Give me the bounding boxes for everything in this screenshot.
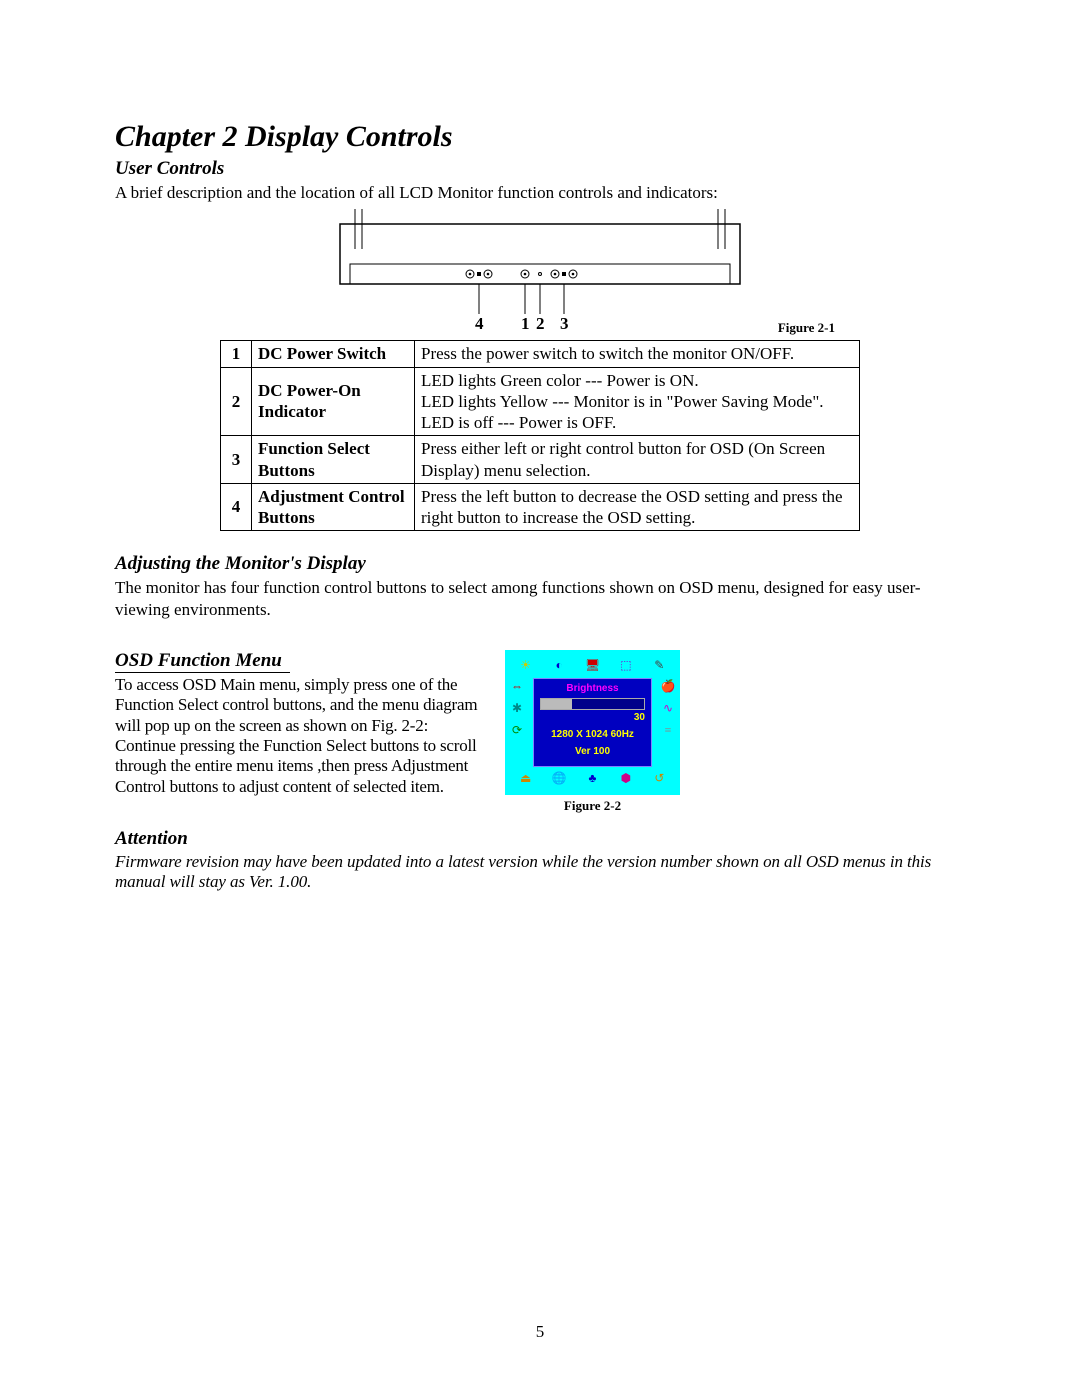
row-num: 1	[221, 341, 252, 367]
refresh-icon: ⟳	[509, 724, 525, 738]
contrast-icon: ◐	[551, 659, 567, 673]
osd-menu-body: To access OSD Main menu, simply press on…	[115, 675, 485, 797]
palette-icon: ♣	[584, 772, 600, 786]
figure-2-1: 4 1 2 3 Figure 2-1	[115, 209, 965, 338]
brightness-icon: ☀	[518, 659, 534, 673]
exit-icon: ⏏	[518, 772, 534, 786]
section-user-controls: User Controls	[115, 158, 965, 180]
figure-2-1-caption: Figure 2-1	[778, 320, 835, 336]
table-row: 3 Function Select Buttons Press either l…	[221, 436, 860, 484]
row-num: 3	[221, 436, 252, 484]
osd-value: 30	[540, 712, 645, 723]
hpos-icon: ⇔	[509, 680, 525, 694]
table-row: 1 DC Power Switch Press the power switch…	[221, 341, 860, 367]
chapter-title: Chapter 2 Display Controls	[115, 120, 965, 154]
osd-setting-label: Brightness	[540, 683, 645, 694]
table-row: 2 DC Power-On Indicator LED lights Green…	[221, 367, 860, 436]
attention-body: Firmware revision may have been updated …	[115, 852, 965, 893]
figure-2-2: ☀ ◐ 🖥 ⬚ ✎ ⇔ ✱ ⟳ 🍎 ∿ ≡ Brightness	[505, 650, 680, 795]
section-osd-menu: OSD Function Menu	[115, 650, 485, 673]
row-name: DC Power Switch	[252, 341, 415, 367]
row-desc: LED lights Green color --- Power is ON.L…	[415, 367, 860, 436]
svg-text:4: 4	[475, 314, 484, 333]
section-attention: Attention	[115, 828, 965, 850]
figure-2-2-caption: Figure 2-2	[505, 798, 680, 814]
controls-table: 1 DC Power Switch Press the power switch…	[220, 340, 860, 531]
svg-text:3: 3	[560, 314, 569, 333]
section-adjusting: Adjusting the Monitor's Display	[115, 553, 965, 575]
row-name: Adjustment Control Buttons	[252, 483, 415, 531]
wave-icon: ∿	[660, 702, 676, 716]
reset-icon: ↺	[651, 772, 667, 786]
row-num: 2	[221, 367, 252, 436]
svg-text:2: 2	[536, 314, 545, 333]
user-controls-intro: A brief description and the location of …	[115, 182, 965, 203]
sharp-icon: ✱	[509, 702, 525, 716]
color-icon: ⬢	[618, 772, 634, 786]
osd-resolution: 1280 X 1024 60Hz	[540, 729, 645, 740]
lang-icon: 🌐	[551, 772, 567, 786]
row-name: Function Select Buttons	[252, 436, 415, 484]
row-name: DC Power-On Indicator	[252, 367, 415, 436]
tool-icon: ⬚	[618, 659, 634, 673]
row-desc: Press either left or right control butto…	[415, 436, 860, 484]
apple-icon: 🍎	[660, 680, 676, 694]
row-desc: Press the left button to decrease the OS…	[415, 483, 860, 531]
display-icon: 🖥	[584, 659, 600, 673]
svg-text:1: 1	[521, 314, 530, 333]
table-row: 4 Adjustment Control Buttons Press the l…	[221, 483, 860, 531]
osd-version: Ver 100	[540, 746, 645, 757]
row-desc: Press the power switch to switch the mon…	[415, 341, 860, 367]
edit-icon: ✎	[651, 659, 667, 673]
row-num: 4	[221, 483, 252, 531]
osd-slider	[540, 698, 645, 710]
page-number: 5	[0, 1322, 1080, 1342]
menu-icon: ≡	[660, 724, 676, 738]
adjusting-body: The monitor has four function control bu…	[115, 577, 965, 620]
